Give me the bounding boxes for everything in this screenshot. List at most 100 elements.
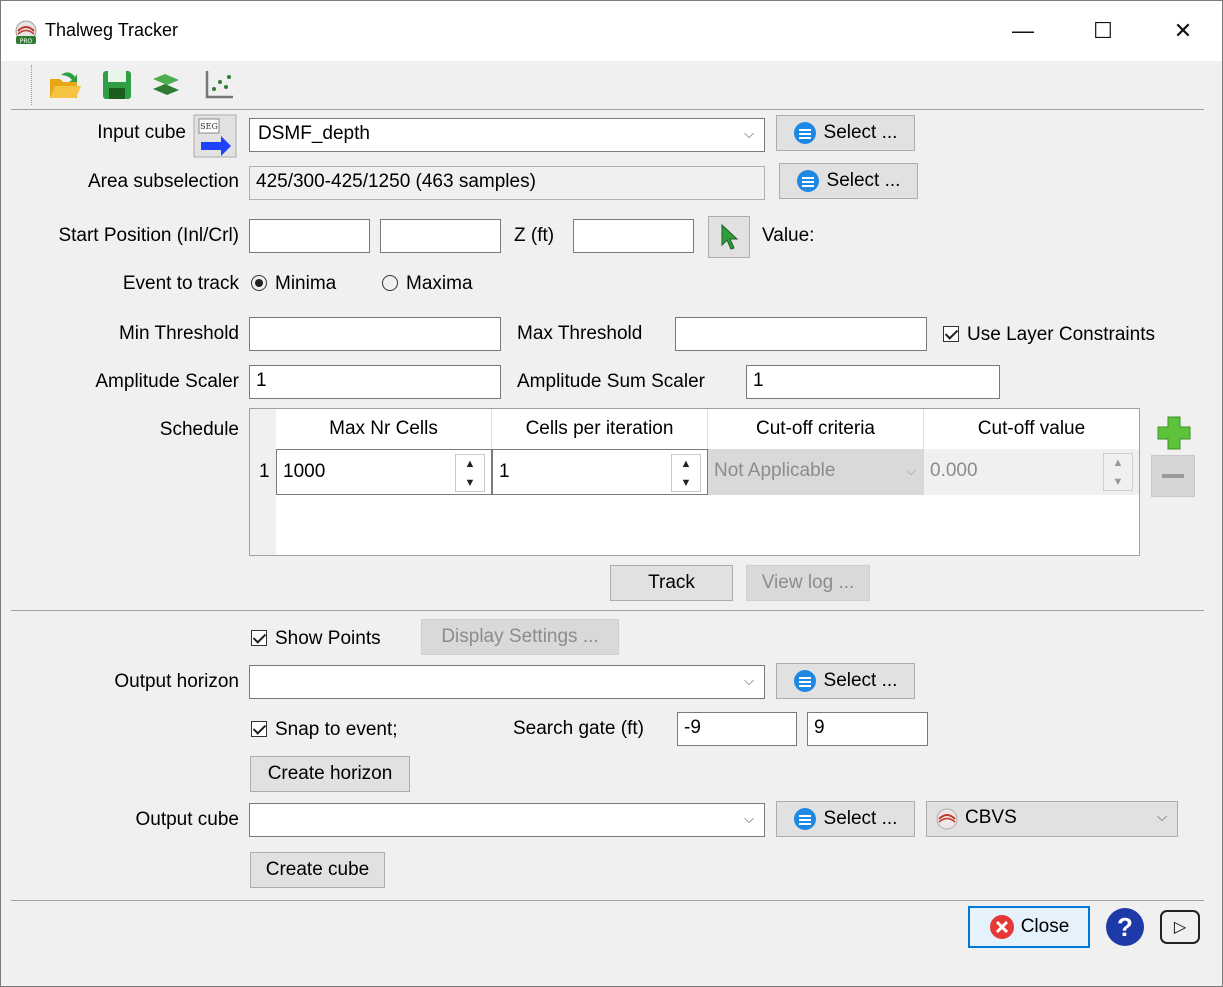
snap-to-event-label: Snap to event; [275,719,398,740]
minima-radio[interactable]: Minima [251,273,336,295]
column-header[interactable]: Cut-off value [924,409,1139,449]
cutoff-value-spinbox: 0.000 ▲ ▼ [924,449,1139,495]
search-gate-min-input[interactable]: -9 [677,712,797,746]
start-crossline-input[interactable] [380,219,501,253]
column-header[interactable]: Cut-off criteria [708,409,924,449]
spin-down-icon[interactable]: ▼ [672,474,700,493]
help-icon[interactable]: ? [1106,908,1144,946]
use-layer-constraints-checkbox[interactable]: Use Layer Constraints [943,324,1155,346]
close-icon [989,915,1014,939]
select-label: Select ... [823,808,898,829]
search-gate-max-input[interactable]: 9 [807,712,928,746]
min-threshold-input[interactable] [249,317,501,351]
toolbar [1,61,1222,109]
database-icon [793,122,816,144]
search-gate-label: Search gate (ft) [513,718,644,739]
load-setup-icon[interactable] [149,67,185,103]
output-format-value: CBVS [965,807,1017,828]
cbvs-format-icon [936,808,958,830]
output-horizon-label: Output horizon [114,671,239,692]
snap-to-event-checkbox[interactable]: Snap to event; [251,719,398,741]
close-label: Close [1020,916,1070,937]
spin-up-icon[interactable]: ▲ [672,455,700,474]
minimize-button[interactable]: — [993,11,1053,51]
output-cube-select-button[interactable]: Select ... [776,801,915,837]
svg-text:SEG: SEG [200,122,218,131]
radio-selected-icon [251,275,267,291]
checkbox-checked-icon [943,326,959,342]
cells-per-iteration-spinbox[interactable]: 1 ▲ ▼ [492,449,708,495]
chart-icon[interactable] [201,67,237,103]
play-video-icon[interactable]: ▷ [1160,910,1200,944]
area-select-button[interactable]: Select ... [779,163,918,199]
app-icon: PRO [15,20,37,45]
divider [11,109,1204,110]
database-icon [796,170,819,192]
cells-per-iteration-value: 1 [499,461,510,482]
checkbox-checked-icon [251,721,267,737]
svg-text:PRO: PRO [20,38,33,45]
output-horizon-select-button[interactable]: Select ... [776,663,915,699]
area-subselection-label: Area subselection [87,171,239,192]
spin-buttons[interactable]: ▲ ▼ [455,454,485,492]
select-label: Select ... [823,670,898,691]
close-window-button[interactable]: ✕ [1153,11,1213,51]
z-label: Z (ft) [514,225,555,246]
spin-up-icon[interactable]: ▲ [456,455,484,474]
maximize-button[interactable]: ☐ [1073,11,1133,51]
spin-down-icon[interactable]: ▼ [456,474,484,493]
start-position-label: Start Position (Inl/Crl) [58,225,239,246]
maxima-radio[interactable]: Maxima [382,273,473,295]
create-cube-button[interactable]: Create cube [250,852,385,888]
output-format-combo[interactable]: CBVS ⌵ [926,801,1178,837]
segy-import-icon[interactable]: SEG [193,114,237,158]
max-threshold-input[interactable] [675,317,927,351]
open-folder-icon[interactable] [47,67,83,103]
radio-unselected-icon [382,275,398,291]
value-label: Value: [762,225,815,246]
schedule-table: Max Nr Cells Cells per iteration Cut-off… [249,408,1140,556]
display-settings-button: Display Settings ... [421,619,619,655]
select-label: Select ... [826,170,901,191]
output-cube-combo[interactable]: ⌵ [249,803,765,837]
add-row-icon[interactable] [1154,413,1194,453]
divider [11,610,1204,611]
output-cube-label: Output cube [135,809,239,830]
select-label: Select ... [823,122,898,143]
track-button[interactable]: Track [610,565,733,601]
database-icon [793,670,816,692]
show-points-checkbox[interactable]: Show Points [251,628,381,650]
column-header[interactable]: Cells per iteration [492,409,708,449]
amplitude-scaler-label: Amplitude Scaler [95,371,239,392]
toolbar-grip [31,65,34,105]
show-points-label: Show Points [275,628,381,649]
max-nr-cells-spinbox[interactable]: 1000 ▲ ▼ [276,449,492,495]
spin-buttons[interactable]: ▲ ▼ [671,454,701,492]
chevron-down-icon: ⌵ [906,463,916,478]
row-index: 1 [259,461,270,482]
start-inline-input[interactable] [249,219,370,253]
output-horizon-combo[interactable]: ⌵ [249,665,765,699]
cutoff-criteria-combo: Not Applicable ⌵ [708,449,924,495]
thalweg-tracker-window: PRO Thalweg Tracker — ☐ ✕ Input cube SEG… [0,0,1223,987]
save-icon[interactable] [99,67,135,103]
z-input[interactable] [573,219,694,253]
view-log-button: View log ... [746,565,870,601]
chevron-down-icon: ⌵ [744,673,754,688]
spin-down-icon: ▼ [1112,476,1124,488]
maxima-label: Maxima [406,273,473,294]
max-nr-cells-value: 1000 [283,461,326,482]
database-icon [793,808,816,830]
input-cube-combo[interactable]: DSMF_depth ⌵ [249,118,765,152]
pick-position-button[interactable] [708,216,750,258]
chevron-down-icon: ⌵ [744,126,754,141]
checkbox-checked-icon [251,630,267,646]
input-cube-value: DSMF_depth [258,123,370,144]
amplitude-sum-scaler-input[interactable]: 1 [746,365,1000,399]
column-header[interactable]: Max Nr Cells [276,409,492,449]
input-cube-label: Input cube [97,122,186,143]
create-horizon-button[interactable]: Create horizon [250,756,410,792]
close-button[interactable]: Close [968,906,1090,948]
input-cube-select-button[interactable]: Select ... [776,115,915,151]
amplitude-scaler-input[interactable]: 1 [249,365,501,399]
